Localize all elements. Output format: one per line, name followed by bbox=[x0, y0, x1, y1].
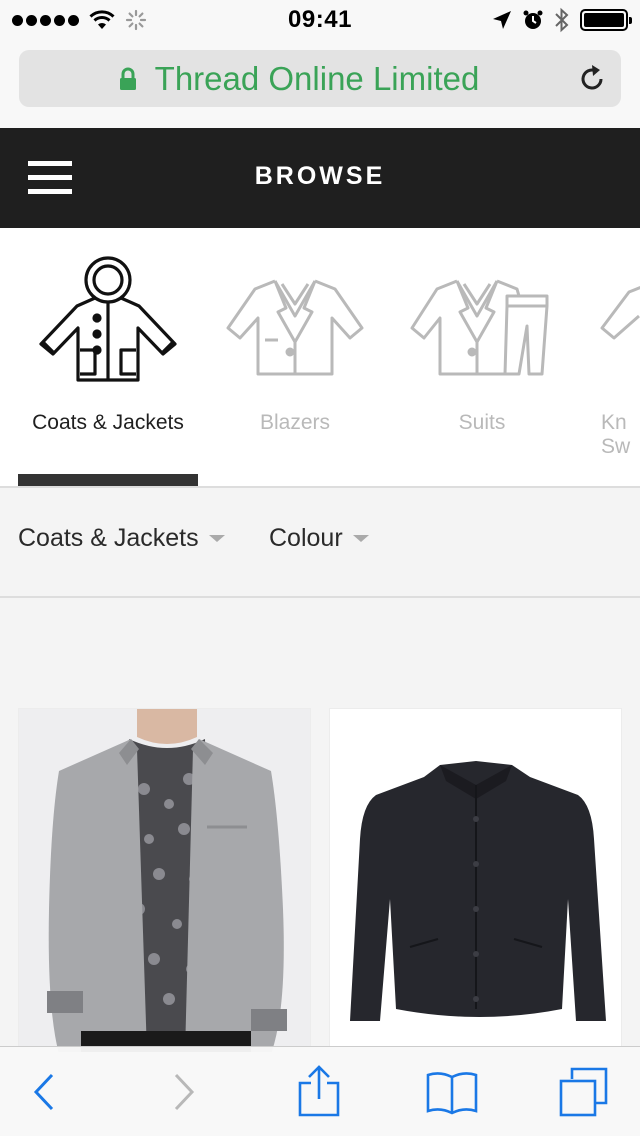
filter-label: Coats & Jackets bbox=[18, 524, 199, 552]
bluetooth-icon bbox=[555, 7, 569, 33]
address-content: Thread Online Limited bbox=[19, 50, 579, 107]
share-icon[interactable] bbox=[296, 1065, 342, 1117]
browser-toolbar bbox=[0, 1046, 640, 1136]
battery-icon bbox=[580, 9, 632, 31]
category-suits[interactable]: Suits bbox=[387, 228, 577, 486]
battery-fill bbox=[584, 13, 624, 27]
category-label: Blazers bbox=[259, 411, 331, 434]
page-title: BROWSE bbox=[254, 162, 386, 190]
chevron-down-icon bbox=[352, 535, 369, 542]
knitwear-icon bbox=[600, 285, 640, 340]
forward-icon[interactable] bbox=[160, 1069, 206, 1115]
lock-icon bbox=[119, 67, 136, 90]
category-knitwear[interactable]: Kn Sw bbox=[574, 228, 640, 486]
alarm-icon bbox=[523, 10, 543, 29]
suit-icon bbox=[410, 279, 549, 376]
location-arrow-icon bbox=[493, 11, 511, 29]
category-label: Suits bbox=[458, 411, 506, 434]
bookmarks-icon[interactable] bbox=[425, 1069, 479, 1115]
filter-label: Colour bbox=[269, 524, 343, 552]
tabs-icon[interactable] bbox=[558, 1067, 610, 1117]
product-grid bbox=[0, 600, 640, 1053]
category-label: Kn Sw bbox=[601, 411, 631, 458]
category-blazers[interactable]: Blazers bbox=[200, 228, 390, 486]
status-right bbox=[492, 7, 632, 33]
filter-category-dropdown[interactable]: Coats & Jackets bbox=[18, 524, 225, 553]
filter-colour-dropdown[interactable]: Colour bbox=[269, 524, 369, 553]
black-coach-jacket-photo bbox=[330, 709, 621, 1052]
reload-icon[interactable] bbox=[577, 64, 607, 94]
back-icon[interactable] bbox=[22, 1069, 68, 1115]
category-coats-jackets[interactable]: Coats & Jackets bbox=[13, 228, 203, 486]
coat-icon bbox=[39, 256, 177, 382]
filter-bar: Coats & Jackets Colour bbox=[0, 488, 640, 598]
browser-chrome: Thread Online Limited bbox=[0, 40, 640, 128]
app-header: BROWSE bbox=[0, 128, 640, 228]
category-carousel[interactable]: Coats & Jackets Blazers Suits Kn Sw bbox=[0, 228, 640, 488]
grey-bomber-jacket-photo bbox=[19, 709, 310, 1052]
address-text: Thread Online Limited bbox=[154, 59, 480, 97]
status-bar: 09:41 bbox=[0, 0, 640, 40]
category-label: Coats & Jackets bbox=[32, 411, 184, 434]
blazer-icon bbox=[226, 279, 364, 376]
product-card[interactable] bbox=[18, 708, 311, 1053]
active-category-indicator bbox=[18, 474, 198, 486]
product-card[interactable] bbox=[329, 708, 622, 1053]
chevron-down-icon bbox=[208, 535, 225, 542]
address-bar[interactable]: Thread Online Limited bbox=[19, 50, 621, 107]
